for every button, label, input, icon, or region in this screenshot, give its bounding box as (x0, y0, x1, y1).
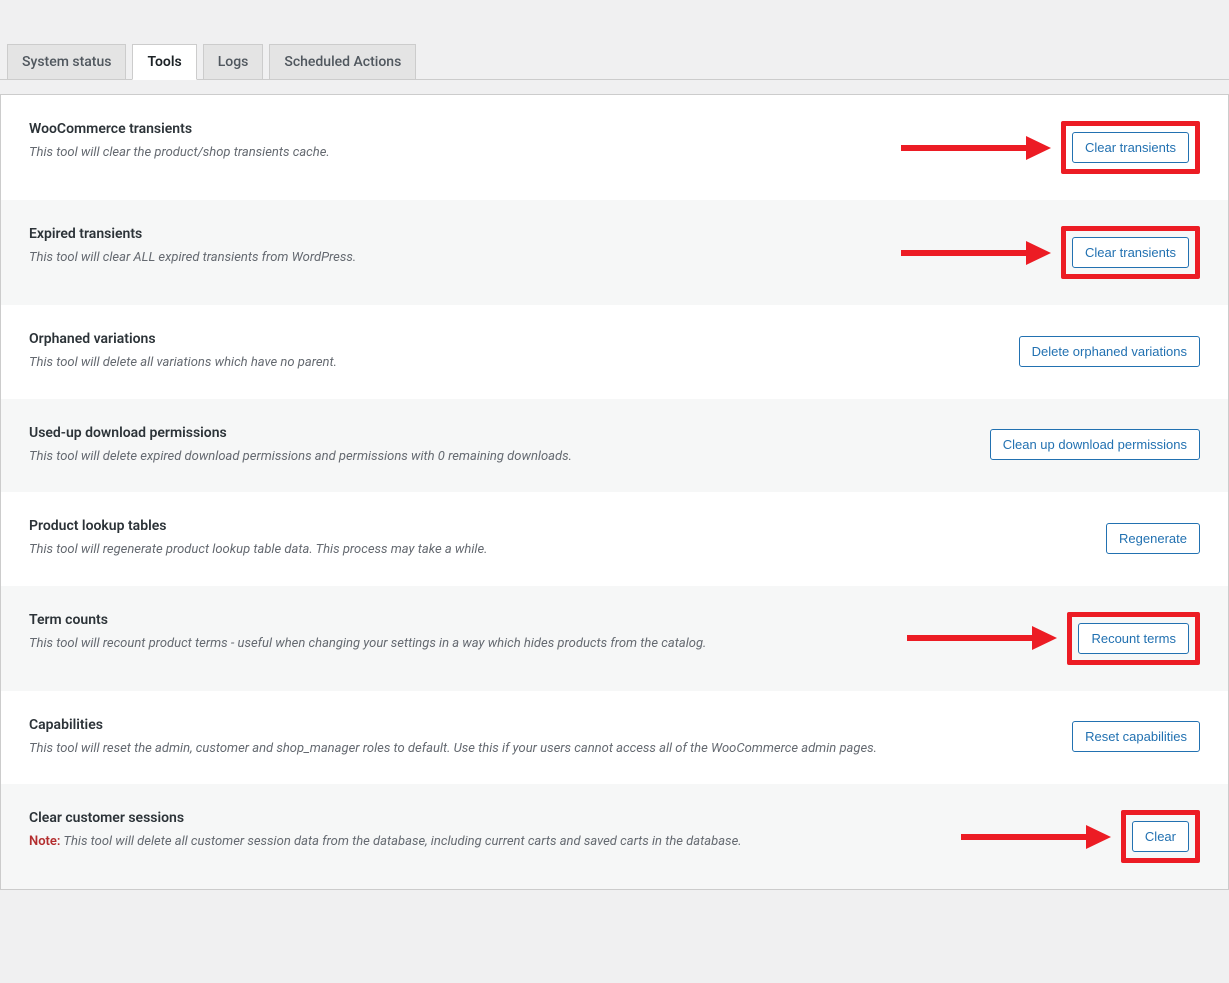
tab-system-status[interactable]: System status (7, 44, 126, 80)
tool-action: Clear (961, 810, 1200, 863)
tools-panel: WooCommerce transients This tool will cle… (0, 94, 1229, 890)
tab-scheduled-actions[interactable]: Scheduled Actions (269, 44, 416, 80)
tool-button[interactable]: Clear (1132, 821, 1189, 852)
tool-title: Clear customer sessions (29, 810, 941, 826)
tool-action: Clean up download permissions (990, 425, 1200, 465)
tool-row: WooCommerce transients This tool will cle… (1, 95, 1228, 200)
tab-tools[interactable]: Tools (132, 44, 196, 80)
tool-description: This tool will regenerate product lookup… (29, 540, 1086, 560)
arrow-icon (961, 825, 1111, 849)
tool-description: This tool will delete expired download p… (29, 447, 970, 467)
tool-title: Capabilities (29, 717, 1052, 733)
tool-description: Note: This tool will delete all customer… (29, 832, 941, 852)
tool-description-text: This tool will regenerate product lookup… (29, 542, 487, 557)
tool-description: This tool will reset the admin, customer… (29, 739, 1052, 759)
tool-info: Used-up download permissions This tool wi… (29, 425, 990, 467)
tool-info: Capabilities This tool will reset the adm… (29, 717, 1072, 759)
tool-row: Expired transients This tool will clear A… (1, 200, 1228, 305)
note-prefix: Note: (29, 834, 60, 849)
highlight-box: Clear transients (1061, 121, 1200, 174)
tool-title: Term counts (29, 612, 887, 628)
tab-logs[interactable]: Logs (203, 44, 264, 80)
tool-description-text: This tool will clear the product/shop tr… (29, 145, 330, 160)
tool-title: Expired transients (29, 226, 881, 242)
tool-title: Orphaned variations (29, 331, 999, 347)
tool-action: Clear transients (901, 226, 1200, 279)
tool-description-text: This tool will reset the admin, customer… (29, 741, 877, 756)
tool-action: Recount terms (907, 612, 1200, 665)
tool-description-text: This tool will delete all variations whi… (29, 355, 337, 370)
tool-button[interactable]: Clean up download permissions (990, 429, 1200, 460)
tool-info: Clear customer sessions Note: This tool w… (29, 810, 961, 852)
tool-info: Term counts This tool will recount produc… (29, 612, 907, 654)
tool-button[interactable]: Delete orphaned variations (1019, 336, 1200, 367)
tool-row: Clear customer sessions Note: This tool w… (1, 784, 1228, 889)
tabs-nav: System status Tools Logs Scheduled Actio… (0, 0, 1229, 80)
tool-title: Used-up download permissions (29, 425, 970, 441)
tool-title: WooCommerce transients (29, 121, 881, 137)
tool-button[interactable]: Recount terms (1078, 623, 1189, 654)
tool-row: Used-up download permissions This tool wi… (1, 399, 1228, 493)
tool-description: This tool will clear ALL expired transie… (29, 248, 881, 268)
arrow-icon (901, 241, 1051, 265)
highlight-box: Clear transients (1061, 226, 1200, 279)
highlight-box: Clear (1121, 810, 1200, 863)
highlight-box: Recount terms (1067, 612, 1200, 665)
tool-description: This tool will recount product terms - u… (29, 634, 887, 654)
tool-action: Reset capabilities (1072, 717, 1200, 757)
tool-button[interactable]: Clear transients (1072, 237, 1189, 268)
tool-row: Orphaned variations This tool will delete… (1, 305, 1228, 399)
tool-button[interactable]: Regenerate (1106, 523, 1200, 554)
tool-description: This tool will delete all variations whi… (29, 353, 999, 373)
tool-info: WooCommerce transients This tool will cle… (29, 121, 901, 163)
tool-action: Clear transients (901, 121, 1200, 174)
tool-action: Delete orphaned variations (1019, 331, 1200, 371)
tool-button[interactable]: Reset capabilities (1072, 721, 1200, 752)
tool-action: Regenerate (1106, 518, 1200, 558)
arrow-icon (901, 136, 1051, 160)
tool-row: Term counts This tool will recount produc… (1, 586, 1228, 691)
tool-info: Orphaned variations This tool will delete… (29, 331, 1019, 373)
tool-button[interactable]: Clear transients (1072, 132, 1189, 163)
tool-row: Product lookup tables This tool will rege… (1, 492, 1228, 586)
tool-description: This tool will clear the product/shop tr… (29, 143, 881, 163)
tool-info: Product lookup tables This tool will rege… (29, 518, 1106, 560)
tool-info: Expired transients This tool will clear A… (29, 226, 901, 268)
arrow-icon (907, 626, 1057, 650)
tool-description-text: This tool will recount product terms - u… (29, 636, 706, 651)
tool-description-text: This tool will delete all customer sessi… (63, 834, 741, 849)
tool-title: Product lookup tables (29, 518, 1086, 534)
tool-description-text: This tool will clear ALL expired transie… (29, 250, 356, 265)
tool-row: Capabilities This tool will reset the adm… (1, 691, 1228, 785)
tool-description-text: This tool will delete expired download p… (29, 449, 572, 464)
